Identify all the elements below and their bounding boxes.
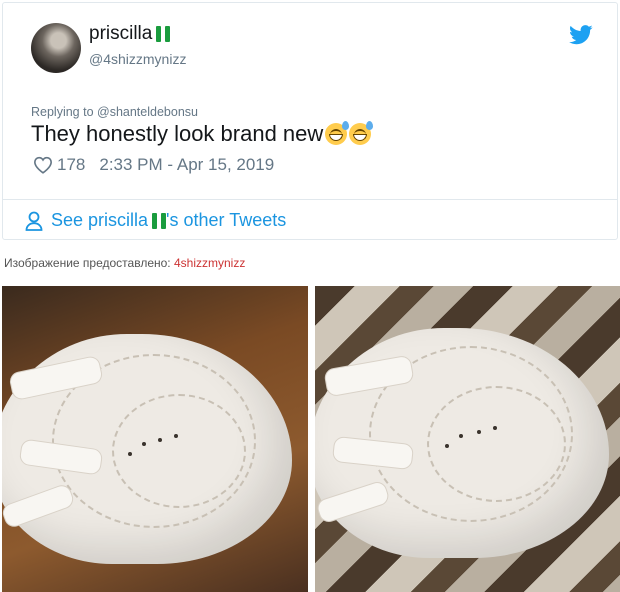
sweat-smile-emoji-icon [349,121,374,145]
heart-icon[interactable] [33,156,53,174]
sneaker-photo-left [2,286,308,592]
credit-label: Изображение предоставлено: [4,256,171,270]
tweet-meta: 178 2:33 PM - Apr 15, 2019 [33,155,274,175]
nigeria-flag-icon [152,212,167,229]
replying-to[interactable]: Replying to @shanteldebonsu [31,105,198,119]
other-tweets-link[interactable]: See priscilla 's other Tweets [25,210,286,231]
display-name[interactable]: priscilla [89,23,171,45]
tweet-text: They honestly look brand new [31,121,374,147]
tweet-timestamp[interactable]: 2:33 PM - Apr 15, 2019 [99,155,274,175]
divider [3,199,617,200]
like-count[interactable]: 178 [57,155,85,175]
credit-source-link[interactable]: 4shizzmynizz [174,256,245,270]
display-name-text[interactable]: priscilla [89,23,152,45]
tweet-text-body: They honestly look brand new [31,121,324,146]
other-tweets-prefix[interactable]: See priscilla [51,210,148,231]
sweat-smile-emoji-icon [325,121,350,145]
nigeria-flag-icon [156,26,171,42]
image-credit: Изображение предоставлено: 4shizzmynizz [4,256,245,270]
sneaker-toe [2,334,292,564]
avatar[interactable] [31,23,81,73]
other-tweets-suffix[interactable]: 's other Tweets [166,210,286,231]
person-icon [25,211,43,231]
embedded-tweet-card: priscilla @4shizzmynizz Replying to @sha… [2,2,618,240]
twitter-bird-icon[interactable] [569,25,593,45]
sneaker-photo-right [315,286,620,592]
sneaker-toe [315,328,609,558]
user-handle[interactable]: @4shizzmynizz [89,51,186,67]
